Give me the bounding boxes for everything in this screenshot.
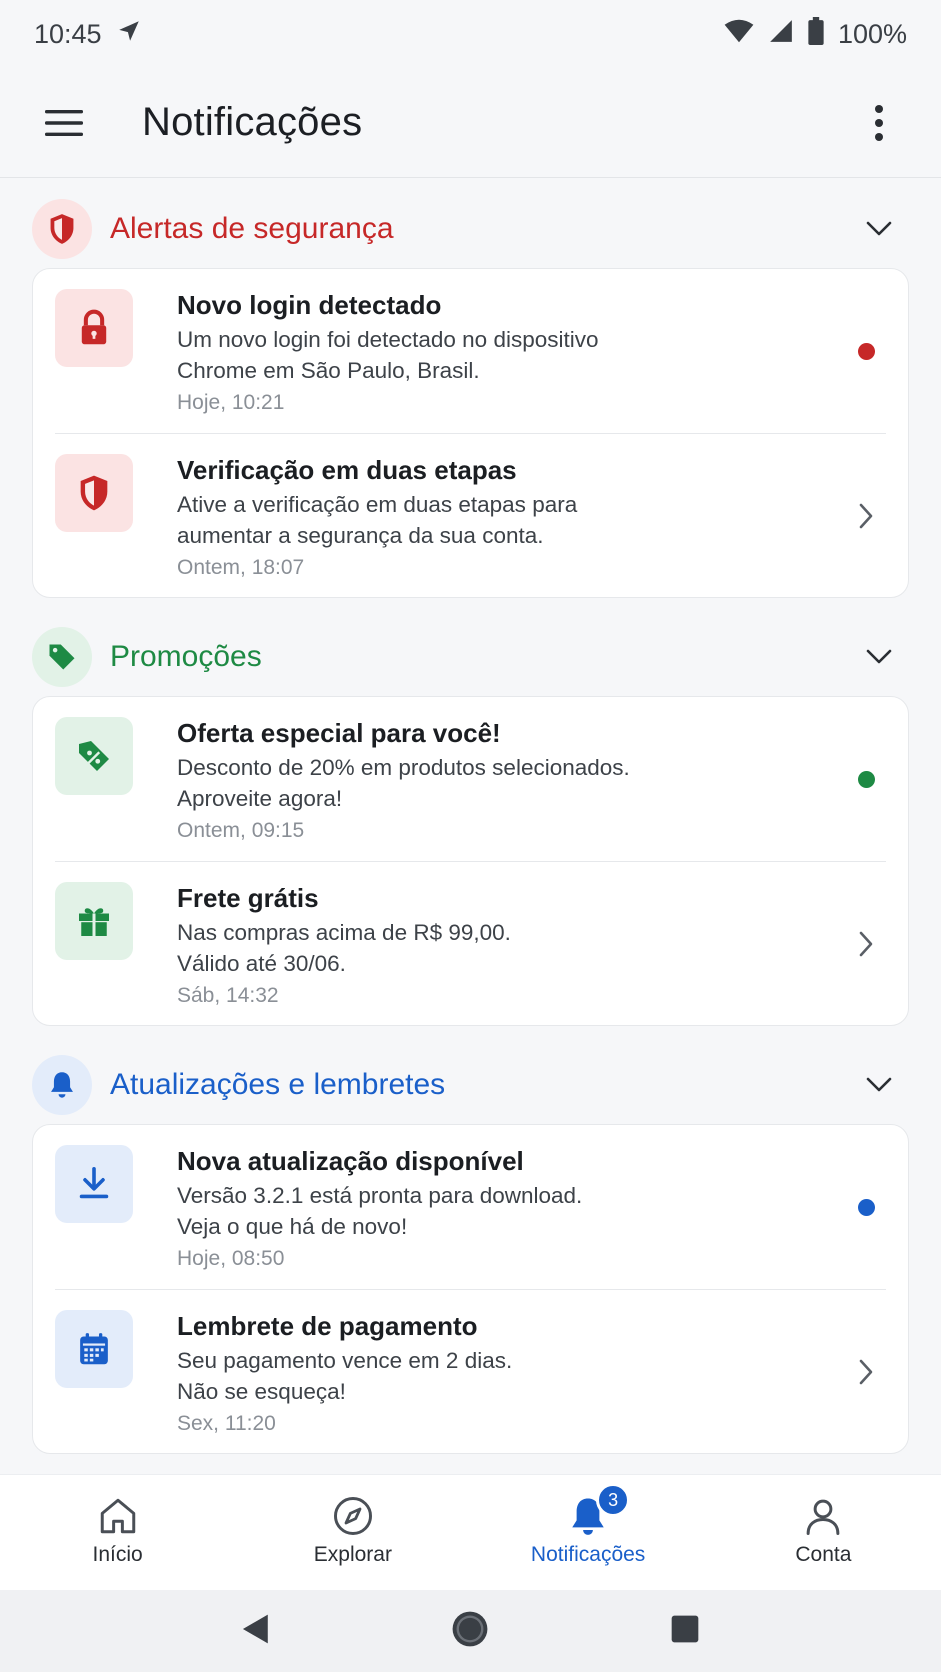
notification-title: Nova atualização disponível [177,1146,524,1176]
calendar-icon [55,1310,133,1388]
unread-indicator [857,770,875,788]
section-title: Alertas de segurança [110,212,394,245]
section-header-security[interactable]: Alertas de segurança [32,190,909,268]
section-card-updates: Nova atualização disponível Versão 3.2.1… [32,1124,909,1454]
section-title: Promoções [110,640,262,673]
notification-title: Novo login detectado [177,290,442,320]
discount-tag-icon [55,717,133,795]
battery-icon [808,16,824,52]
notification-timestamp: Sex, 11:20 [177,1412,276,1435]
notification-description: Desconto de 20% em produtos selecionados… [177,755,630,811]
chevron-right-icon[interactable] [846,454,886,578]
notification-description: Versão 3.2.1 está pronta para download. … [177,1183,583,1239]
status-bar: 10:45 100% [0,0,941,68]
shield-icon [55,454,133,532]
compass-icon [333,1497,372,1535]
unread-indicator [857,342,875,360]
notification-timestamp: Ontem, 18:07 [177,556,305,579]
notification-description: Ative a verificação em duas etapas para … [177,492,578,548]
more-vertical-icon [875,104,883,141]
section-header-promotions[interactable]: Promoções [32,618,909,696]
notification-description: Seu pagamento vence em 2 dias. Não se es… [177,1348,513,1404]
app-bar: Notificações [0,68,941,178]
notification-timestamp: Ontem, 09:15 [177,819,305,842]
chevron-right-icon[interactable] [846,1310,886,1434]
nav-label: Início [92,1543,143,1566]
nav-item-explore[interactable]: Explorar [235,1475,470,1590]
download-icon [55,1145,133,1223]
home-circle-icon[interactable] [451,1610,489,1653]
notification-list: Alertas de segurança Novo login detectad… [32,190,909,1454]
notification-timestamp: Hoje, 08:50 [177,1247,285,1270]
wifi-icon [724,18,754,51]
section-header-updates[interactable]: Atualizações e lembretes [32,1046,909,1124]
section-card-security: Novo login detectado Um novo login foi d… [32,268,909,598]
notification-count-badge: 3 [596,1483,631,1517]
notification-item[interactable]: Novo login detectado Um novo login foi d… [55,269,886,433]
section-title: Atualizações e lembretes [110,1068,446,1101]
notification-item[interactable]: Frete grátis Nas compras acima de R$ 99,… [55,861,886,1025]
nav-label: Notificações [530,1543,646,1566]
unread-indicator [857,1198,875,1216]
tag-icon [32,627,92,687]
page-title: Notificações [142,100,363,144]
nav-item-home[interactable]: Início [0,1475,235,1590]
bottom-navigation: Início Explorar 3 Notificações Conta [0,1474,941,1590]
nav-label: Conta [795,1543,852,1566]
notification-item[interactable]: Verificação em duas etapas Ative a verif… [55,433,886,597]
chevron-down-icon[interactable] [855,633,903,681]
hamburger-icon [45,109,83,136]
battery-percent: 100% [837,18,907,49]
gift-icon [55,882,133,960]
notification-description: Nas compras acima de R$ 99,00. Válido at… [177,920,511,976]
home-icon [100,1498,135,1534]
notification-title: Frete grátis [177,883,319,913]
person-icon [807,1499,840,1535]
back-icon[interactable] [240,1612,272,1651]
nav-label: Explorar [313,1543,392,1566]
notification-item[interactable]: Oferta especial para você! Desconto de 2… [55,697,886,861]
lock-icon [55,289,133,367]
notification-title: Verificação em duas etapas [177,455,517,485]
chevron-down-icon[interactable] [855,1061,903,1109]
signal-icon [768,18,794,51]
notification-timestamp: Hoje, 10:21 [177,391,285,414]
nav-item-notifications[interactable]: 3 Notificações [471,1475,706,1590]
notification-title: Oferta especial para você! [177,718,501,748]
notification-description: Um novo login foi detectado no dispositi… [177,327,599,383]
bell-icon [32,1055,92,1115]
chevron-right-icon[interactable] [846,882,886,1006]
notification-title: Lembrete de pagamento [177,1311,478,1341]
chevron-down-icon[interactable] [855,205,903,253]
nav-item-account[interactable]: Conta [706,1475,941,1590]
system-navigation-bar [0,1590,941,1672]
notification-timestamp: Sáb, 14:32 [177,984,279,1007]
recents-square-icon[interactable] [669,1613,701,1650]
more-options-button[interactable] [851,91,907,155]
notification-item[interactable]: Nova atualização disponível Versão 3.2.1… [55,1125,886,1289]
shield-icon [32,199,92,259]
status-time: 10:45 [34,18,102,49]
navigation-arrow-icon [116,18,142,51]
menu-button[interactable] [32,91,96,155]
section-card-promotions: Oferta especial para você! Desconto de 2… [32,696,909,1026]
notification-item[interactable]: Lembrete de pagamento Seu pagamento venc… [55,1289,886,1453]
